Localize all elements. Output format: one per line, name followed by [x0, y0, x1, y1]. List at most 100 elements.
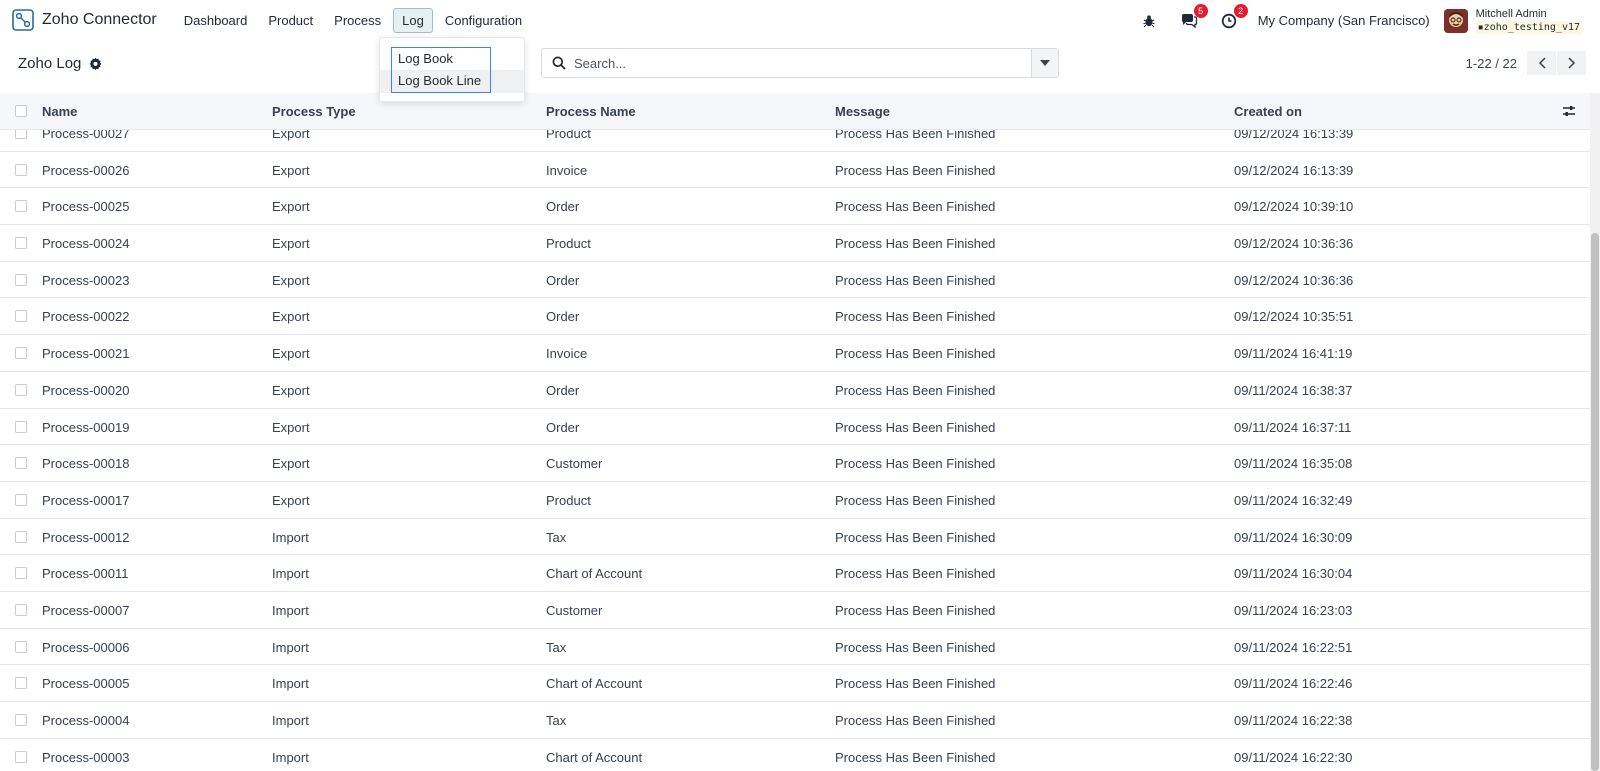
menu-process[interactable]: Process [325, 8, 390, 33]
column-header-process-name[interactable]: Process Name [546, 104, 636, 119]
pager-next-button[interactable] [1557, 51, 1586, 75]
cell-process-name: Tax [546, 529, 567, 545]
pager-previous-button[interactable] [1527, 51, 1556, 75]
column-header-name[interactable]: Name [42, 104, 77, 119]
row-checkbox[interactable] [15, 310, 27, 323]
cell-message: Process Has Been Finished [835, 676, 996, 692]
table-row[interactable]: Process-00017 Export Product Process Has Be… [0, 482, 1590, 519]
cell-name: Process-00012 [42, 529, 130, 545]
menu-dashboard[interactable]: Dashboard [175, 8, 257, 33]
row-checkbox[interactable] [15, 640, 27, 653]
user-name: Mitchell Admin [1475, 7, 1547, 20]
cell-name: Process-00025 [42, 199, 130, 215]
table-row[interactable]: Process-00018 Export Customer Process Has B… [0, 445, 1590, 482]
cell-created-on: 09/11/2024 16:35:08 [1234, 456, 1353, 472]
table-row[interactable]: Process-00007 Import Customer Process Has B… [0, 592, 1590, 629]
table-row[interactable]: Process-00019 Export Order Process Has Been… [0, 409, 1590, 446]
table-row[interactable]: Process-00006 Import Tax Process Has Been F… [0, 629, 1590, 666]
breadcrumb: Zoho Log [18, 55, 102, 72]
table-row[interactable]: Process-00003 Import Chart of Account Proce… [0, 739, 1590, 771]
company-switcher[interactable]: My Company (San Francisco) [1258, 13, 1430, 28]
row-checkbox[interactable] [15, 493, 27, 506]
table-row[interactable]: Process-00024 Export Product Process Has Be… [0, 225, 1590, 262]
vertical-scrollbar[interactable] [1590, 93, 1600, 771]
row-checkbox[interactable] [15, 200, 27, 213]
gear-icon[interactable] [89, 57, 102, 70]
row-checkbox[interactable] [15, 163, 27, 176]
cell-message: Process Has Been Finished [835, 713, 996, 728]
user-menu[interactable]: Mitchell Admin ▪zoho_testing_v17 [1475, 7, 1582, 34]
table-row[interactable]: Process-00025 Export Order Process Has Been… [0, 188, 1590, 226]
cell-name: Process-00018 [42, 456, 130, 472]
cell-created-on: 09/12/2024 10:39:10 [1234, 199, 1354, 215]
row-checkbox[interactable] [15, 273, 27, 286]
menu-item-log-book-line[interactable]: Log Book Line [391, 70, 491, 93]
activities-clock-icon[interactable]: 2 [1218, 3, 1248, 32]
cell-message: Process Has Been Finished [835, 456, 996, 472]
row-checkbox[interactable] [15, 567, 27, 580]
menu-configuration[interactable]: Configuration [436, 8, 531, 33]
table-row[interactable]: Process-00011 Import Chart of Account Proce… [0, 555, 1590, 592]
table-row[interactable]: Process-00020 Export Order Process Has Been… [0, 372, 1590, 409]
scrollbar-thumb[interactable] [1591, 233, 1599, 771]
cell-process-type: Export [272, 456, 310, 472]
cell-created-on: 09/11/2024 16:22:30 [1234, 749, 1353, 765]
cell-process-name: Customer [546, 602, 603, 618]
row-checkbox[interactable] [15, 677, 27, 690]
cell-created-on: 09/11/2024 16:23:03 [1234, 602, 1353, 618]
cell-name: Process-00020 [42, 382, 130, 398]
cell-process-name: Chart of Account [546, 566, 643, 582]
cell-process-type: Import [272, 639, 309, 655]
column-header-process-type[interactable]: Process Type [272, 104, 356, 119]
column-header-message[interactable]: Message [835, 104, 890, 119]
column-header-created-on[interactable]: Created on [1234, 104, 1302, 119]
optional-columns-sliders-icon[interactable] [1562, 104, 1576, 118]
table-row[interactable]: Process-00022 Export Order Process Has Been… [0, 298, 1590, 336]
cell-name: Process-00019 [42, 419, 130, 435]
cell-process-type: Import [272, 602, 309, 618]
zoho-connector-logo-icon[interactable] [12, 9, 34, 31]
row-checkbox[interactable] [15, 237, 27, 250]
cell-process-name: Product [546, 236, 591, 252]
menu-product[interactable]: Product [259, 8, 322, 33]
cell-message: Process Has Been Finished [835, 236, 996, 252]
cell-process-type: Export [272, 199, 310, 215]
cell-name: Process-00021 [42, 346, 130, 362]
table-row[interactable]: Process-00004 Import Tax Process Has Been F… [0, 702, 1590, 739]
cell-created-on: 09/11/2024 16:30:04 [1234, 566, 1353, 582]
pager-value[interactable]: 1-22 / 22 [1466, 56, 1517, 71]
select-all-checkbox[interactable] [15, 105, 27, 117]
table-row[interactable]: Process-00005 Import Chart of Account Proce… [0, 665, 1590, 702]
cell-created-on: 09/12/2024 10:35:51 [1234, 309, 1354, 325]
row-checkbox[interactable] [15, 383, 27, 396]
cell-created-on: 09/12/2024 16:13:39 [1234, 162, 1354, 178]
app-title[interactable]: Zoho Connector [42, 11, 157, 29]
cell-process-name: Invoice [546, 162, 588, 178]
search-options-toggle[interactable] [1031, 49, 1058, 77]
menu-log[interactable]: Log [393, 7, 433, 33]
table-row[interactable]: Process-00026 Export Invoice Process Has Be… [0, 152, 1590, 189]
table-row[interactable]: Process-00012 Import Tax Process Has Been F… [0, 519, 1590, 556]
cell-process-name: Chart of Account [546, 749, 643, 765]
row-checkbox[interactable] [15, 530, 27, 543]
database-label: zoho_testing_v17 [1483, 21, 1580, 33]
debug-bug-icon[interactable] [1138, 10, 1160, 32]
menu-item-log-book[interactable]: Log Book [391, 47, 491, 70]
row-checkbox[interactable] [15, 750, 27, 763]
cell-message: Process Has Been Finished [835, 566, 996, 582]
cell-created-on: 09/11/2024 16:37:11 [1234, 419, 1352, 435]
cell-process-name: Order [546, 272, 580, 288]
row-checkbox[interactable] [15, 347, 27, 360]
row-checkbox[interactable] [15, 603, 27, 616]
row-checkbox[interactable] [15, 420, 27, 433]
cell-created-on: 09/11/2024 16:38:37 [1234, 382, 1353, 398]
user-avatar[interactable] [1443, 8, 1468, 33]
table-row[interactable]: Process-00023 Export Order Process Has Been… [0, 262, 1590, 299]
row-checkbox[interactable] [15, 457, 27, 470]
search-input[interactable] [574, 55, 1014, 71]
table-row[interactable]: Process-00021 Export Invoice Process Has Be… [0, 335, 1590, 372]
cell-process-type: Import [272, 676, 309, 692]
row-checkbox[interactable] [15, 714, 27, 726]
cell-process-type: Export [272, 382, 310, 398]
messages-icon[interactable]: 5 [1178, 3, 1208, 32]
